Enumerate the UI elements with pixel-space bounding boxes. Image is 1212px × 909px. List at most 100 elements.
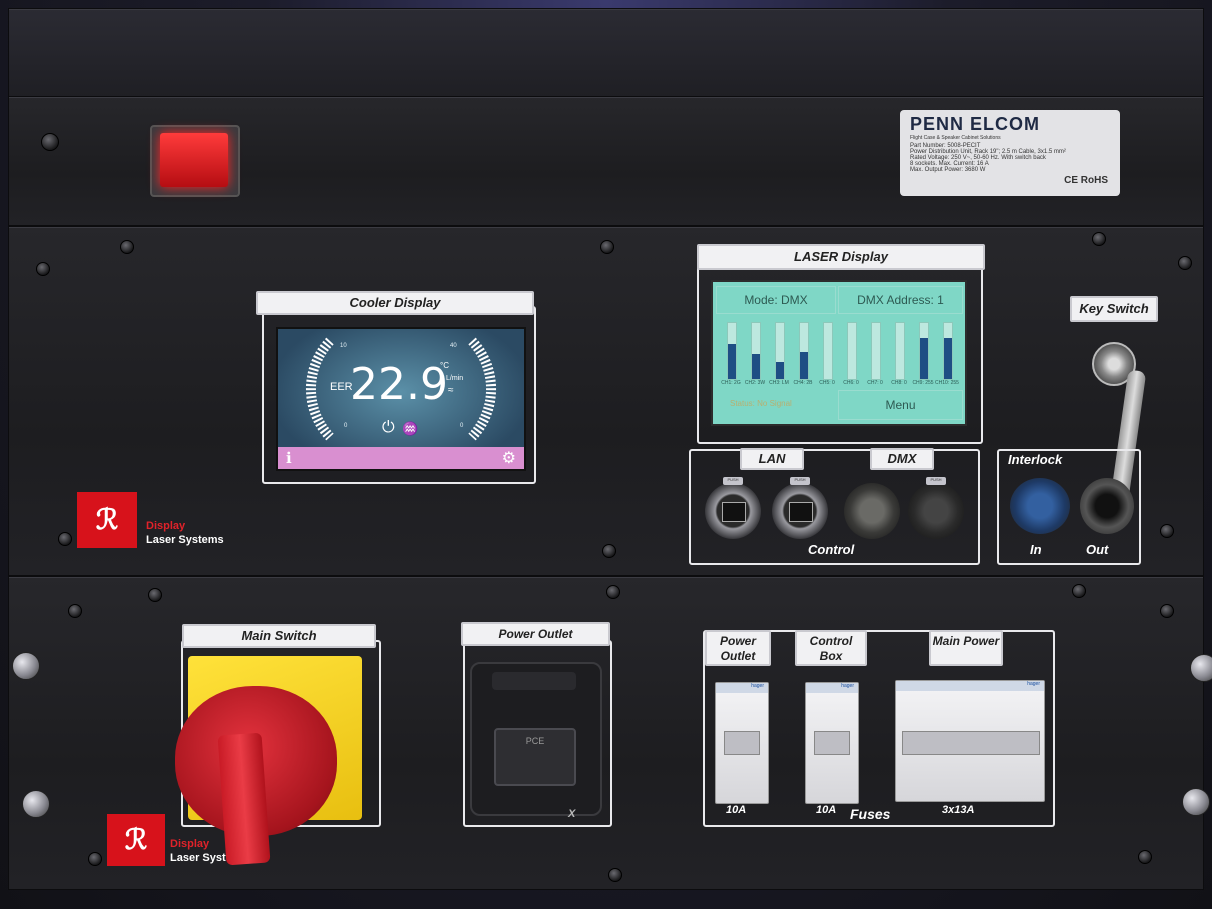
screw-icon — [1072, 584, 1086, 598]
fuse-label-control-box: Control Box — [795, 630, 867, 666]
screw-icon — [36, 262, 50, 276]
lan-port-2[interactable]: PUSH — [772, 477, 828, 539]
interlock-in-connector[interactable] — [1010, 478, 1070, 534]
fuse-breaker-main-power[interactable]: hager — [895, 680, 1045, 802]
dmx-in-port[interactable] — [844, 483, 900, 539]
cooler-right-scale-min: 0 — [460, 423, 464, 429]
breaker-brand: hager — [896, 681, 1044, 691]
cooler-left-scale-max: 10 — [340, 343, 347, 349]
push-tab: PUSH — [790, 477, 810, 485]
pdu-cert-marks: CE RoHS — [1064, 175, 1108, 186]
screw-icon — [58, 532, 72, 546]
outlet-brand: PCE — [525, 736, 545, 746]
push-tab: PUSH — [926, 477, 946, 485]
fuse-breaker-control-box[interactable]: hager — [805, 682, 859, 804]
laser-channel-level — [800, 352, 808, 379]
laser-channel-level — [920, 338, 928, 379]
breaker-lever[interactable] — [814, 731, 850, 755]
push-tab: PUSH — [723, 477, 743, 485]
brand-line-2: Laser Systems — [146, 534, 224, 546]
fuse-rating-control-box: 10A — [816, 804, 837, 816]
outlet-hinge — [492, 672, 576, 690]
laser-mode-button[interactable]: Mode: DMX — [716, 286, 836, 314]
laser-dmx-address-button[interactable]: DMX Address: 1 — [838, 286, 963, 314]
dmx-out-port[interactable]: PUSH — [908, 477, 964, 539]
laser-channel-level — [728, 344, 736, 379]
breaker-lever[interactable] — [902, 731, 1040, 755]
lan-label: LAN — [740, 448, 804, 470]
power-icon[interactable]: ⏻ — [382, 419, 395, 437]
pdu-tagline: Flight Case & Speaker Cabinet Solutions — [910, 135, 1001, 141]
cooler-left-scale-min: 0 — [344, 423, 348, 429]
laser-channel-label: CH10: 255 — [935, 380, 959, 386]
cooler-value: 22.9 — [350, 359, 448, 410]
breaker-brand: hager — [716, 683, 768, 693]
rocker-face[interactable] — [160, 133, 228, 187]
power-outlet-socket[interactable]: PCE — [470, 662, 602, 816]
interlock-out-label: Out — [1086, 542, 1109, 557]
cooler-flow-unit: L/min — [446, 375, 464, 382]
control-caption: Control — [808, 542, 855, 557]
laser-channel-bar — [847, 322, 857, 380]
laser-channel-level — [776, 362, 784, 379]
screw-icon — [1160, 604, 1174, 618]
laser-channel-bar — [799, 322, 809, 380]
screw-icon — [606, 585, 620, 599]
info-icon[interactable]: ℹ — [286, 449, 292, 467]
pump-icon: ♒ — [402, 421, 419, 436]
fuse-label-power-outlet: Power Outlet — [705, 630, 771, 666]
screw-icon — [1092, 232, 1106, 246]
screw-icon — [1160, 524, 1174, 538]
cooler-temp-unit: °C — [440, 361, 449, 370]
power-outlet-label: Power Outlet — [461, 622, 610, 646]
breaker-brand: hager — [806, 683, 858, 693]
laser-screen[interactable]: Mode: DMX DMX Address: 1 CH1: 2G CH2: 3W C… — [711, 280, 967, 426]
interlock-label: Interlock — [1008, 452, 1063, 467]
pdu-spec-label: PENN ELCOM Flight Case & Speaker Cabinet… — [900, 110, 1120, 196]
main-switch-label: Main Switch — [182, 624, 376, 648]
laser-channel-bar — [871, 322, 881, 380]
breaker-lever[interactable] — [724, 731, 760, 755]
brand-line-1: Display — [146, 520, 186, 532]
rack-bolt-icon — [1190, 654, 1212, 682]
fuse-breaker-power-outlet[interactable]: hager — [715, 682, 769, 804]
pdu-power-rocker-switch[interactable] — [150, 125, 240, 197]
fuses-title: Fuses — [850, 806, 891, 822]
screw-icon — [602, 544, 616, 558]
screw-icon — [600, 240, 614, 254]
pdu-spec-line: Max. Output Power: 3680 W — [910, 167, 986, 173]
laser-channel-bar — [751, 322, 761, 380]
rti-logo: ℛ — [77, 492, 137, 548]
dmx-label: DMX — [870, 448, 934, 470]
outlet-rating-suffix: X — [568, 808, 576, 820]
screw-icon — [1178, 256, 1192, 270]
cooler-screen[interactable]: 10 0 40 0 EER 22.9 °C L/min ≈ ⏻ ♒ ℹ ⚙ — [276, 327, 526, 471]
laser-channel-bar — [727, 322, 737, 380]
screw-icon — [68, 604, 82, 618]
rack-bolt-icon — [22, 790, 50, 818]
fuse-rating-power-outlet: 10A — [726, 804, 747, 816]
flow-icon: ≈ — [448, 385, 454, 396]
fuse-rating-main-power: 3x13A — [942, 804, 975, 816]
screw-icon — [608, 868, 622, 882]
laser-channel-bar — [895, 322, 905, 380]
screw-icon — [88, 852, 102, 866]
settings-icon[interactable]: ⚙ — [502, 448, 516, 468]
ethernet-jack-icon — [722, 502, 746, 522]
laser-status: Status: No Signal — [730, 399, 792, 408]
laser-display-label: LASER Display — [697, 244, 985, 270]
pdu-brand: PENN ELCOM — [910, 114, 1041, 134]
laser-channel-bar — [943, 322, 953, 380]
lan-port-1[interactable]: PUSH — [705, 477, 761, 539]
interlock-out-connector[interactable] — [1080, 478, 1134, 534]
main-switch-handle[interactable] — [217, 732, 271, 866]
laser-menu-button[interactable]: Menu — [838, 390, 963, 420]
laser-channel-level — [752, 354, 760, 379]
outlet-cover[interactable]: PCE — [494, 728, 576, 786]
cooler-bottom-bar: ℹ ⚙ — [278, 447, 524, 469]
brand-line-1: Display — [170, 838, 210, 850]
laser-channel-bar — [919, 322, 929, 380]
cooler-display-label: Cooler Display — [256, 291, 534, 315]
fuse-label-main-power: Main Power — [929, 630, 1003, 666]
laser-channel-bar — [823, 322, 833, 380]
